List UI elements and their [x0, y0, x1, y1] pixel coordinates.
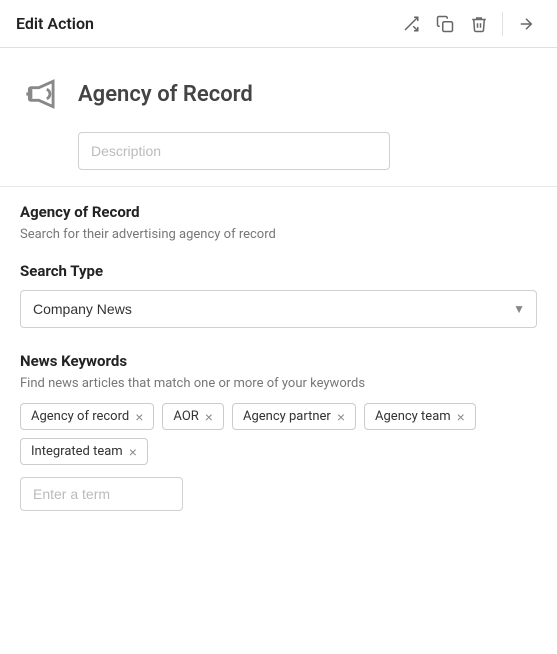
section-divider: [0, 186, 557, 187]
shuffle-icon: [402, 15, 420, 33]
copy-icon: [436, 15, 454, 33]
news-keywords-section: News Keywords Find news articles that ma…: [20, 352, 537, 511]
keyword-tag-agency-team: Agency team ×: [364, 403, 476, 430]
arrow-right-icon: [517, 15, 535, 33]
keyword-tag-label-aor-abbr: AOR: [173, 409, 198, 424]
keyword-tag-agency-partner: Agency partner ×: [232, 403, 356, 430]
action-title: Agency of Record: [78, 82, 253, 107]
keyword-tag-aor-abbr: AOR ×: [162, 403, 224, 430]
search-type-wrapper: Company News Press Release Blog Post ▼: [20, 290, 537, 328]
keyword-tag-label-aor: Agency of record: [31, 409, 129, 424]
keyword-tag-label-agency-partner: Agency partner: [243, 409, 331, 424]
action-header: Agency of Record: [0, 48, 557, 132]
keyword-tag-label-agency-team: Agency team: [375, 409, 451, 424]
search-type-label: Search Type: [20, 262, 537, 280]
copy-button[interactable]: [430, 9, 460, 39]
keyword-tag-integrated-team: Integrated team ×: [20, 438, 148, 465]
keyword-remove-aor[interactable]: ×: [135, 410, 143, 424]
agency-section: Agency of Record Search for their advert…: [20, 203, 537, 242]
agency-desc: Search for their advertising agency of r…: [20, 227, 537, 242]
keyword-input[interactable]: [20, 477, 183, 511]
news-keywords-label: News Keywords: [20, 352, 537, 370]
description-input[interactable]: [78, 132, 390, 170]
keywords-container: Agency of record × AOR × Agency partner …: [20, 403, 537, 465]
keyword-remove-aor-abbr[interactable]: ×: [205, 410, 213, 424]
agency-label: Agency of Record: [20, 203, 537, 221]
keyword-remove-integrated-team[interactable]: ×: [129, 445, 137, 459]
search-type-select[interactable]: Company News Press Release Blog Post: [20, 290, 537, 328]
keyword-tag-aor: Agency of record ×: [20, 403, 154, 430]
header: Edit Action: [0, 0, 557, 48]
trash-icon: [470, 15, 488, 33]
header-actions: [396, 9, 541, 39]
main-content: Agency of Record Search for their advert…: [0, 203, 557, 511]
keyword-remove-agency-partner[interactable]: ×: [337, 410, 345, 424]
header-divider: [502, 12, 503, 36]
navigate-right-button[interactable]: [511, 9, 541, 39]
delete-button[interactable]: [464, 9, 494, 39]
keyword-remove-agency-team[interactable]: ×: [457, 410, 465, 424]
shuffle-button[interactable]: [396, 9, 426, 39]
keyword-tag-label-integrated-team: Integrated team: [31, 444, 123, 459]
header-title: Edit Action: [16, 14, 94, 33]
megaphone-icon: [20, 72, 64, 116]
news-keywords-desc: Find news articles that match one or mor…: [20, 376, 537, 391]
search-type-section: Search Type Company News Press Release B…: [20, 262, 537, 328]
